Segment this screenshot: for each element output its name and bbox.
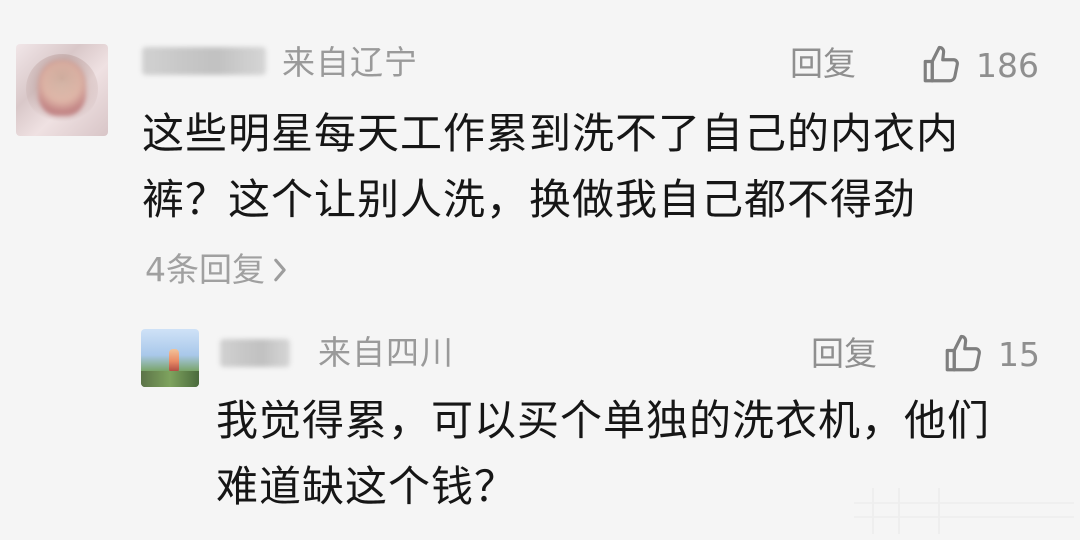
main-comment-reply-button[interactable]: 回复: [790, 47, 856, 80]
reply-comment-username-blurred[interactable]: [220, 339, 290, 367]
reply-comment-like-count: 15: [998, 334, 1040, 374]
main-comment-like-count: 186: [976, 45, 1039, 85]
main-comment-origin: 来自辽宁: [282, 43, 418, 82]
reply-comment-like-button[interactable]: 15: [942, 333, 1040, 375]
thumbs-up-icon: [942, 333, 984, 375]
thumbs-up-icon: [920, 44, 962, 86]
main-comment-username-blurred[interactable]: [142, 47, 266, 75]
comment-thread: 来自辽宁 回复 186 这些明星每天工作累到洗不了自己的内衣内 裤？这个让别人洗…: [0, 0, 1080, 540]
main-comment-avatar[interactable]: [16, 44, 108, 136]
reply-comment-avatar[interactable]: [141, 329, 199, 387]
more-replies-link[interactable]: 4条回复: [145, 253, 289, 286]
more-replies-label: 4条回复: [145, 250, 265, 289]
reply-comment-origin: 来自四川: [318, 333, 454, 372]
main-comment-like-button[interactable]: 186: [920, 44, 1039, 86]
main-comment-content: 这些明星每天工作累到洗不了自己的内衣内 裤？这个让别人洗，换做我自己都不得劲: [142, 109, 960, 224]
watermark: [854, 488, 1074, 534]
chevron-right-icon: [271, 256, 289, 284]
reply-comment-reply-button[interactable]: 回复: [811, 337, 877, 370]
